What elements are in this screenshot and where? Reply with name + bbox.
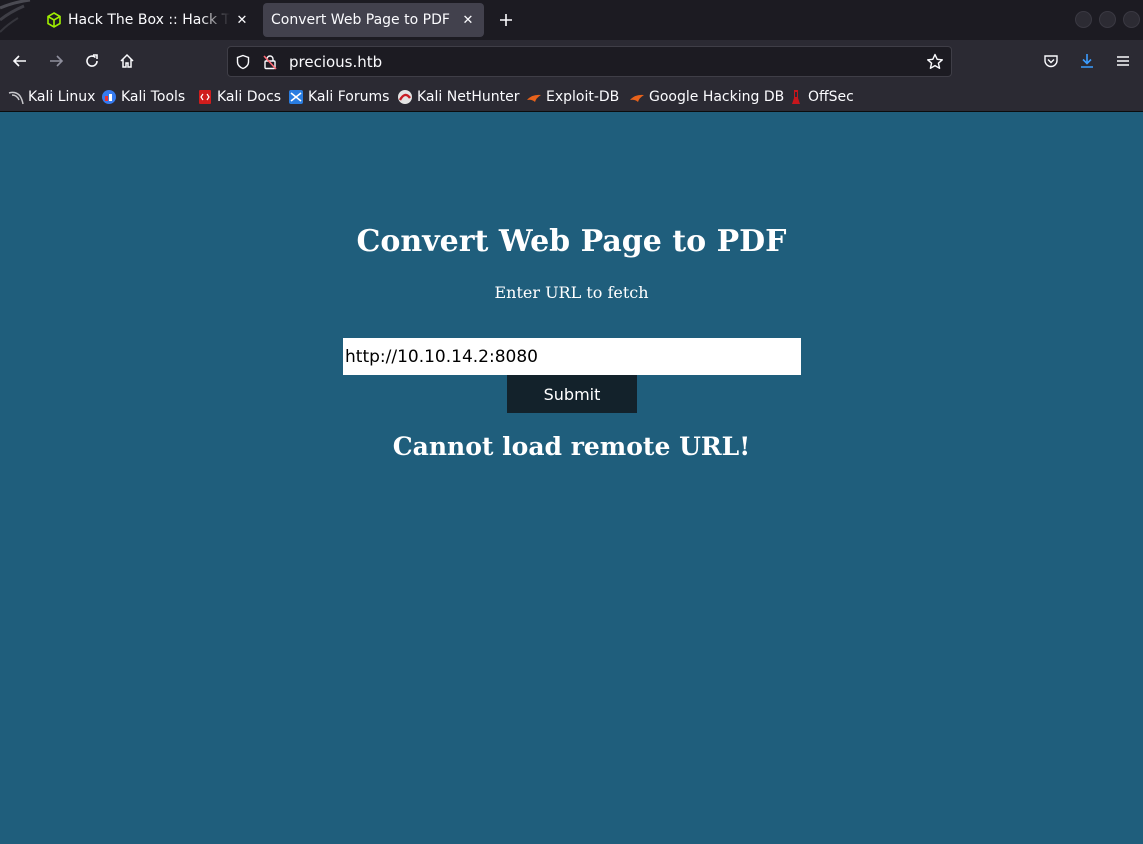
- bookmark-star-icon[interactable]: [926, 53, 944, 71]
- tab-hackthebox[interactable]: Hack The Box :: Hack The Box ✕: [38, 3, 258, 37]
- page-title: Convert Web Page to PDF: [356, 224, 787, 259]
- download-icon: [1081, 54, 1093, 68]
- new-tab-button[interactable]: [494, 8, 518, 32]
- back-button[interactable]: [8, 49, 32, 73]
- bookmark-label: Kali Linux: [28, 89, 96, 105]
- error-message: Cannot load remote URL!: [392, 432, 751, 461]
- close-icon[interactable]: ✕: [230, 8, 254, 32]
- kali-docs-icon: [199, 90, 211, 104]
- kali-dragon-icon: [8, 91, 24, 105]
- close-window-button[interactable]: [1123, 11, 1140, 28]
- pocket-button[interactable]: [1039, 49, 1063, 73]
- bookmark-kali-tools[interactable]: Kali Tools: [101, 88, 185, 106]
- reload-button[interactable]: [80, 49, 104, 73]
- reload-icon: [86, 54, 98, 67]
- shield-icon[interactable]: [234, 53, 252, 71]
- tab-strip: Hack The Box :: Hack The Box ✕ Convert W…: [0, 0, 1143, 40]
- page-content: Convert Web Page to PDF Enter URL to fet…: [0, 113, 1143, 844]
- maximize-button[interactable]: [1099, 11, 1116, 28]
- bookmark-kali-docs[interactable]: Kali Docs: [197, 88, 281, 106]
- arrow-right-icon: [50, 55, 64, 67]
- app-menu-button[interactable]: [1111, 49, 1135, 73]
- tab-title: Convert Web Page to PDF: [271, 12, 450, 28]
- kali-forums-icon: [289, 90, 303, 104]
- bookmark-kali-forums[interactable]: Kali Forums: [288, 88, 389, 106]
- bookmarks-toolbar: Kali Linux Kali Tools Kali Docs Kali For…: [0, 82, 1143, 112]
- insecure-lock-icon[interactable]: [261, 53, 279, 71]
- offsec-icon: [792, 90, 800, 104]
- plus-icon: [500, 14, 512, 26]
- navigation-toolbar: precious.htb: [0, 40, 1143, 82]
- tab-title: Hack The Box :: Hack The Box: [68, 12, 230, 28]
- bookmark-label: Kali Docs: [217, 89, 282, 105]
- home-button[interactable]: [115, 49, 139, 73]
- kali-tools-icon: [102, 90, 116, 104]
- tab-convert-pdf[interactable]: Convert Web Page to PDF ✕: [263, 3, 484, 37]
- bookmark-google-hacking-db[interactable]: Google Hacking DB: [629, 88, 784, 106]
- hackthebox-cube-icon: [47, 12, 61, 28]
- nethunter-icon: [398, 90, 412, 104]
- bookmark-label: Google Hacking DB: [649, 89, 785, 105]
- bookmark-label: OffSec: [808, 89, 854, 105]
- close-icon[interactable]: ✕: [456, 8, 480, 32]
- bookmark-label: Exploit-DB: [546, 89, 620, 105]
- bookmark-label: Kali NetHunter: [417, 89, 520, 105]
- exploit-db-icon: [527, 94, 541, 102]
- bookmark-kali-linux[interactable]: Kali Linux: [8, 88, 95, 106]
- bookmark-label: Kali Tools: [121, 89, 186, 105]
- pocket-icon: [1044, 55, 1058, 68]
- address-bar[interactable]: precious.htb: [227, 46, 952, 77]
- page-subtitle: Enter URL to fetch: [494, 283, 649, 302]
- minimize-button[interactable]: [1075, 11, 1092, 28]
- url-input[interactable]: [343, 338, 801, 375]
- ghdb-icon: [630, 94, 644, 102]
- bookmark-kali-nethunter[interactable]: Kali NetHunter: [397, 88, 519, 106]
- bookmark-exploit-db[interactable]: Exploit-DB: [526, 88, 619, 106]
- arrow-left-icon: [12, 55, 26, 67]
- forward-button[interactable]: [44, 49, 68, 73]
- hamburger-menu-icon: [1117, 56, 1129, 66]
- bookmark-label: Kali Forums: [308, 89, 390, 105]
- submit-button[interactable]: Submit: [507, 375, 637, 413]
- url-text[interactable]: precious.htb: [289, 53, 382, 71]
- downloads-button[interactable]: [1075, 49, 1099, 73]
- bookmark-offsec[interactable]: OffSec: [788, 88, 854, 106]
- home-icon: [120, 53, 134, 68]
